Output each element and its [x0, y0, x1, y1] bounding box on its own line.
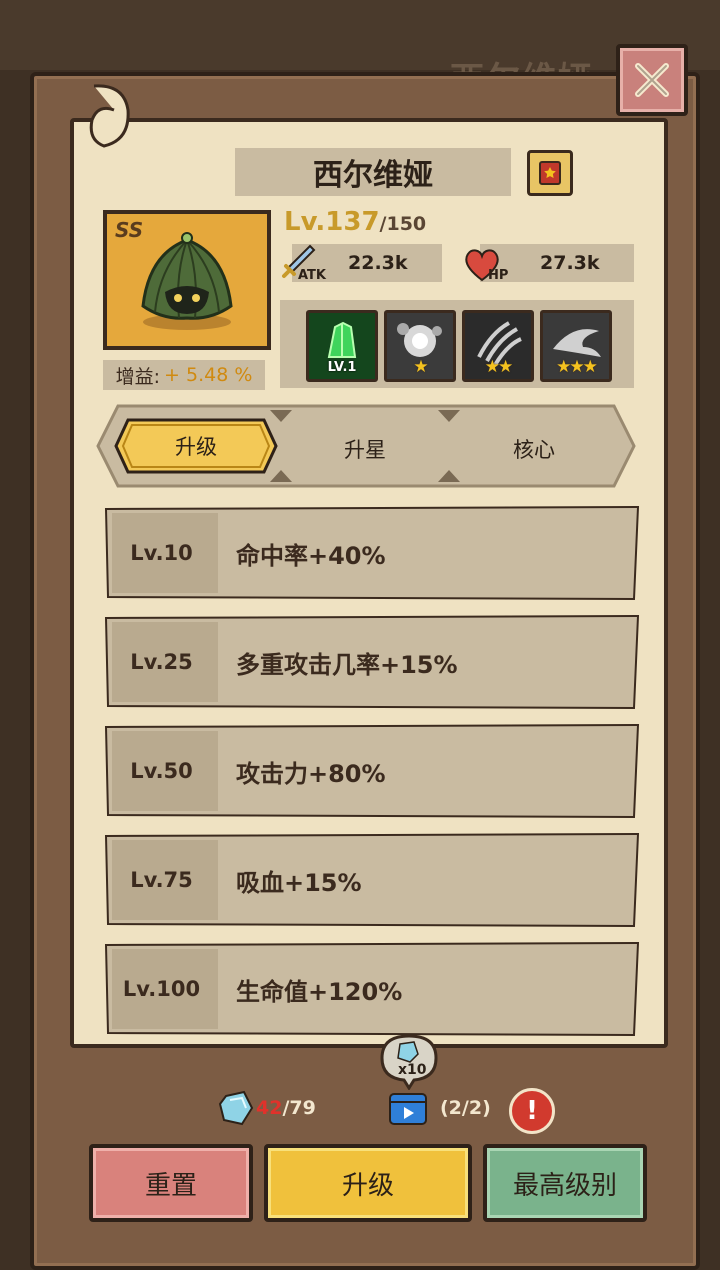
hero-level: Lv.137/150 — [284, 207, 426, 237]
max-level-button[interactable]: 最高级别 — [483, 1144, 647, 1222]
row-level: Lv.75 — [130, 868, 193, 892]
row-level: Lv.10 — [130, 541, 193, 565]
level-max: /150 — [379, 213, 427, 235]
reset-button[interactable]: 重置 — [89, 1144, 253, 1222]
hero-portrait[interactable]: SS — [103, 210, 271, 350]
row-level: Lv.25 — [130, 650, 193, 674]
row-bonus: 多重攻击几率+15% — [236, 650, 458, 679]
close-button[interactable] — [616, 44, 688, 116]
gain-label: 增益: — [115, 365, 161, 388]
alert-icon[interactable]: ! — [509, 1088, 555, 1134]
atk-tag: ATK — [298, 268, 326, 283]
list-item: Lv.25 多重攻击几率+15% — [104, 614, 640, 710]
skill-slot-3[interactable]: ★★ — [462, 310, 534, 382]
skill-slot-2[interactable]: ★ — [384, 310, 456, 382]
row-level: Lv.50 — [130, 759, 193, 783]
upgrade-button[interactable]: 升级 — [264, 1144, 472, 1222]
hero-info-button[interactable] — [527, 150, 573, 196]
skill-stars: ★ — [413, 357, 428, 377]
video-icon[interactable] — [388, 1090, 428, 1126]
skill-slot-1[interactable]: LV.1 — [306, 310, 378, 382]
video-bonus: x10 — [398, 1062, 427, 1078]
hero-name: 西尔维娅 — [235, 148, 511, 196]
scroll-curl-decoration — [89, 84, 130, 148]
skill-stars: ★★★ — [556, 357, 598, 377]
video-bonus-bubble: x10 — [378, 1034, 440, 1091]
row-bonus: 命中率+40% — [236, 541, 386, 570]
row-bonus: 攻击力+80% — [236, 759, 386, 788]
tab-star[interactable]: 升星 — [344, 434, 386, 464]
crystal-have: 42 — [256, 1097, 283, 1119]
crystal-counter: 42/79 — [256, 1088, 316, 1128]
skill-stars: ★★ — [484, 357, 513, 377]
gain-value: + 5.48 % — [164, 364, 253, 386]
video-count: (2/2) — [440, 1097, 491, 1119]
skill-level-label: LV.1 — [327, 360, 357, 375]
atk-value: 22.3k — [348, 252, 408, 274]
hp-tag: HP — [488, 268, 509, 283]
row-bonus: 吸血+15% — [236, 868, 362, 897]
hp-value: 27.3k — [540, 252, 600, 274]
tab-upgrade[interactable]: 升级 — [118, 420, 274, 472]
gain-bar: 增益: + 5.48 % — [103, 360, 265, 390]
skill-slot-4[interactable]: ★★★ — [540, 310, 612, 382]
close-icon — [635, 63, 669, 97]
tab-core[interactable]: 核心 — [513, 434, 555, 464]
row-bonus: 生命值+120% — [236, 977, 403, 1006]
hero-avatar-icon — [141, 232, 233, 330]
crystal-icon — [218, 1090, 254, 1126]
row-level: Lv.100 — [122, 977, 201, 1001]
book-icon — [539, 161, 561, 185]
level-current: Lv.137 — [284, 207, 380, 237]
list-item: Lv.100 生命值+120% — [104, 941, 640, 1037]
list-item: Lv.50 攻击力+80% — [104, 723, 640, 819]
skill-bar: LV.1 ★ ★★ ★★★ — [280, 300, 634, 388]
list-item: Lv.75 吸血+15% — [104, 832, 640, 928]
list-item: Lv.10 命中率+40% — [104, 505, 640, 601]
crystal-need: /79 — [282, 1097, 316, 1119]
background-top — [0, 0, 720, 70]
